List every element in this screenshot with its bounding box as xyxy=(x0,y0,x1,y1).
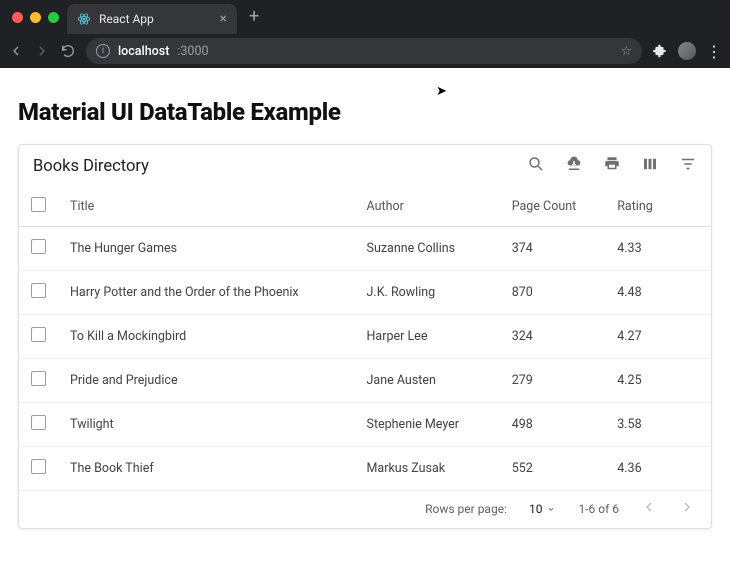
cell-title: The Hunger Games xyxy=(58,227,355,271)
row-checkbox[interactable] xyxy=(31,459,46,474)
filter-icon[interactable] xyxy=(679,155,697,177)
books-table: Title Author Page Count Rating The Hunge… xyxy=(19,187,711,491)
table-row[interactable]: To Kill a MockingbirdHarper Lee3244.27 xyxy=(19,315,711,359)
cell-page-count: 279 xyxy=(500,359,606,403)
profile-avatar[interactable] xyxy=(678,42,696,60)
page-title: Material UI DataTable Example xyxy=(18,98,712,126)
cell-rating: 4.25 xyxy=(605,359,711,403)
cell-rating: 3.58 xyxy=(605,403,711,447)
close-tab-button[interactable]: × xyxy=(220,12,227,26)
forward-button[interactable] xyxy=(34,43,50,59)
page-content: Material UI DataTable Example Books Dire… xyxy=(0,68,730,529)
table-tools xyxy=(527,155,697,177)
column-header-page-count[interactable]: Page Count xyxy=(500,187,606,227)
download-icon[interactable] xyxy=(565,155,583,177)
cell-page-count: 324 xyxy=(500,315,606,359)
cell-page-count: 870 xyxy=(500,271,606,315)
cell-title: Pride and Prejudice xyxy=(58,359,355,403)
rows-per-page-label: Rows per page: xyxy=(425,502,507,516)
previous-page-button[interactable] xyxy=(641,499,657,518)
tab-title: React App xyxy=(99,12,154,26)
tab-bar: React App × + xyxy=(0,0,730,34)
mouse-cursor-icon: ➤ xyxy=(436,84,447,99)
print-icon[interactable] xyxy=(603,155,621,177)
cell-author: Suzanne Collins xyxy=(355,227,500,271)
url-input[interactable]: i localhost :3000 ☆ xyxy=(86,38,642,64)
maximize-window-button[interactable] xyxy=(48,12,59,23)
cell-rating: 4.33 xyxy=(605,227,711,271)
cell-author: Markus Zusak xyxy=(355,447,500,491)
table-header-row: Title Author Page Count Rating xyxy=(19,187,711,227)
table-row[interactable]: The Book ThiefMarkus Zusak5524.36 xyxy=(19,447,711,491)
rows-per-page-value: 10 xyxy=(529,502,543,516)
minimize-window-button[interactable] xyxy=(30,12,41,23)
table-row[interactable]: Pride and PrejudiceJane Austen2794.25 xyxy=(19,359,711,403)
select-all-checkbox[interactable] xyxy=(31,197,46,212)
browser-menu-button[interactable]: ⋮ xyxy=(706,42,722,61)
table-title: Books Directory xyxy=(33,157,149,176)
cell-page-count: 498 xyxy=(500,403,606,447)
close-window-button[interactable] xyxy=(12,12,23,23)
url-port: :3000 xyxy=(177,44,208,59)
cell-author: Jane Austen xyxy=(355,359,500,403)
view-columns-icon[interactable] xyxy=(641,155,659,177)
cell-title: Twilight xyxy=(58,403,355,447)
cell-author: Harper Lee xyxy=(355,315,500,359)
cell-title: The Book Thief xyxy=(58,447,355,491)
row-checkbox[interactable] xyxy=(31,283,46,298)
url-host: localhost xyxy=(118,44,169,59)
cell-rating: 4.36 xyxy=(605,447,711,491)
row-checkbox[interactable] xyxy=(31,415,46,430)
extensions-icon[interactable] xyxy=(652,43,668,59)
row-checkbox[interactable] xyxy=(31,327,46,342)
table-row[interactable]: Harry Potter and the Order of the Phoeni… xyxy=(19,271,711,315)
chevron-down-icon xyxy=(546,504,556,514)
bookmark-icon[interactable]: ☆ xyxy=(621,43,632,59)
address-bar: i localhost :3000 ☆ ⋮ xyxy=(0,34,730,68)
search-icon[interactable] xyxy=(527,155,545,177)
row-checkbox[interactable] xyxy=(31,239,46,254)
table-row[interactable]: TwilightStephenie Meyer4983.58 xyxy=(19,403,711,447)
column-header-title[interactable]: Title xyxy=(58,187,355,227)
site-info-icon[interactable]: i xyxy=(96,44,110,58)
cell-author: Stephenie Meyer xyxy=(355,403,500,447)
react-favicon-icon xyxy=(77,12,91,26)
row-checkbox[interactable] xyxy=(31,371,46,386)
cell-page-count: 374 xyxy=(500,227,606,271)
table-toolbar: Books Directory xyxy=(19,145,711,187)
new-tab-button[interactable]: + xyxy=(245,8,263,26)
window-controls xyxy=(8,12,59,23)
column-header-rating[interactable]: Rating xyxy=(605,187,711,227)
back-button[interactable] xyxy=(8,43,24,59)
cell-page-count: 552 xyxy=(500,447,606,491)
table-row[interactable]: The Hunger GamesSuzanne Collins3744.33 xyxy=(19,227,711,271)
column-header-author[interactable]: Author xyxy=(355,187,500,227)
cell-title: To Kill a Mockingbird xyxy=(58,315,355,359)
data-table-card: Books Directory Title Author Page Count … xyxy=(18,144,712,529)
cell-rating: 4.27 xyxy=(605,315,711,359)
pagination-range: 1-6 of 6 xyxy=(578,502,619,516)
next-page-button[interactable] xyxy=(679,499,695,518)
cell-title: Harry Potter and the Order of the Phoeni… xyxy=(58,271,355,315)
browser-chrome: React App × + i localhost :3000 ☆ ⋮ xyxy=(0,0,730,68)
reload-button[interactable] xyxy=(60,43,76,59)
browser-tab[interactable]: React App × xyxy=(67,4,237,34)
cell-rating: 4.48 xyxy=(605,271,711,315)
table-footer: Rows per page: 10 1-6 of 6 xyxy=(19,491,711,528)
rows-per-page-select[interactable]: 10 xyxy=(529,502,557,516)
cell-author: J.K. Rowling xyxy=(355,271,500,315)
